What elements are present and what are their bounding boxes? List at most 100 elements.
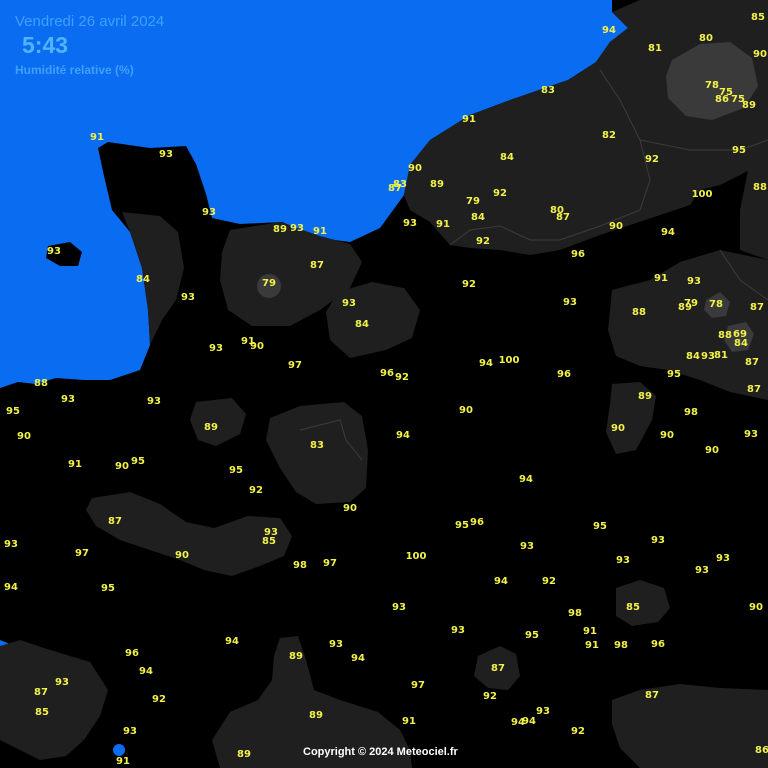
station-humidity-value: 87	[34, 687, 48, 698]
station-humidity-value: 91	[654, 273, 668, 284]
station-humidity-value: 87	[108, 516, 122, 527]
station-humidity-value: 95	[229, 465, 243, 476]
station-humidity-value: 93	[147, 396, 161, 407]
station-humidity-value: 93	[55, 677, 69, 688]
station-humidity-value: 93	[392, 602, 406, 613]
station-humidity-value: 87	[747, 384, 761, 395]
station-humidity-value: 87	[491, 663, 505, 674]
station-humidity-value: 93	[536, 706, 550, 717]
station-humidity-value: 90	[250, 341, 264, 352]
station-humidity-value: 90	[343, 503, 357, 514]
station-humidity-value: 88	[753, 182, 767, 193]
station-humidity-value: 89	[309, 710, 323, 721]
station-humidity-value: 89	[237, 749, 251, 760]
station-humidity-value: 98	[614, 640, 628, 651]
station-humidity-value: 93	[123, 726, 137, 737]
station-humidity-value: 88	[632, 307, 646, 318]
station-humidity-value: 87	[645, 690, 659, 701]
station-humidity-value: 85	[35, 707, 49, 718]
station-humidity-value: 85	[262, 536, 276, 547]
station-humidity-value: 88	[718, 330, 732, 341]
station-humidity-value: 91	[583, 626, 597, 637]
station-humidity-value: 93	[451, 625, 465, 636]
station-humidity-value: 91	[90, 132, 104, 143]
station-humidity-value: 95	[101, 583, 115, 594]
station-humidity-value: 90	[17, 431, 31, 442]
station-humidity-value: 93	[159, 149, 173, 160]
station-humidity-value: 79	[262, 278, 276, 289]
station-humidity-value: 85	[626, 602, 640, 613]
station-humidity-value: 89	[289, 651, 303, 662]
station-humidity-value: 96	[571, 249, 585, 260]
station-humidity-value: 94	[479, 358, 493, 369]
station-humidity-value: 91	[313, 226, 327, 237]
station-humidity-value: 87	[745, 357, 759, 368]
station-humidity-value: 92	[476, 236, 490, 247]
station-humidity-value: 92	[395, 372, 409, 383]
station-humidity-value: 83	[541, 85, 555, 96]
station-humidity-value: 93	[701, 351, 715, 362]
station-humidity-value: 89	[638, 391, 652, 402]
station-humidity-value: 93	[4, 539, 18, 550]
station-humidity-value: 94	[139, 666, 153, 677]
station-humidity-value: 96	[651, 639, 665, 650]
station-humidity-value: 92	[152, 694, 166, 705]
station-humidity-value: 92	[462, 279, 476, 290]
station-humidity-value: 92	[249, 485, 263, 496]
station-humidity-value: 95	[455, 520, 469, 531]
station-humidity-value: 91	[436, 219, 450, 230]
station-humidity-value: 78	[705, 80, 719, 91]
station-humidity-value: 93	[181, 292, 195, 303]
station-humidity-value: 85	[751, 12, 765, 23]
station-humidity-value: 88	[34, 378, 48, 389]
station-humidity-value: 96	[380, 368, 394, 379]
map-background	[0, 0, 768, 768]
station-humidity-value: 90	[753, 49, 767, 60]
station-humidity-value: 93	[290, 223, 304, 234]
station-humidity-value: 93	[716, 553, 730, 564]
station-humidity-value: 84	[500, 152, 514, 163]
station-humidity-value: 94	[225, 636, 239, 647]
station-humidity-value: 83	[393, 179, 407, 190]
station-humidity-value: 86	[755, 745, 768, 756]
station-humidity-value: 79	[466, 196, 480, 207]
station-humidity-value: 87	[750, 302, 764, 313]
station-humidity-value: 81	[648, 43, 662, 54]
station-humidity-value: 90	[749, 602, 763, 613]
station-humidity-value: 89	[273, 224, 287, 235]
station-humidity-value: 93	[209, 343, 223, 354]
station-humidity-value: 87	[310, 260, 324, 271]
station-humidity-value: 78	[709, 299, 723, 310]
station-humidity-value: 84	[686, 351, 700, 362]
station-humidity-value: 91	[68, 459, 82, 470]
station-humidity-value: 84	[136, 274, 150, 285]
station-humidity-value: 91	[402, 716, 416, 727]
station-humidity-value: 94	[519, 474, 533, 485]
station-humidity-value: 90	[611, 423, 625, 434]
station-humidity-value: 81	[714, 350, 728, 361]
station-humidity-value: 93	[520, 541, 534, 552]
station-humidity-value: 94	[522, 716, 536, 727]
station-humidity-value: 90	[660, 430, 674, 441]
station-humidity-value: 94	[351, 653, 365, 664]
station-humidity-value: 97	[323, 558, 337, 569]
station-humidity-value: 90	[459, 405, 473, 416]
station-humidity-value: 100	[405, 551, 427, 562]
station-humidity-value: 90	[408, 163, 422, 174]
station-humidity-value: 95	[131, 456, 145, 467]
date-label: Vendredi 26 avril 2024	[15, 13, 165, 30]
copyright-label: Copyright © 2024 Meteociel.fr	[303, 746, 458, 758]
station-humidity-value: 95	[6, 406, 20, 417]
station-humidity-value: 92	[645, 154, 659, 165]
station-humidity-value: 93	[342, 298, 356, 309]
station-humidity-value: 89	[742, 100, 756, 111]
station-humidity-value: 91	[585, 640, 599, 651]
station-humidity-value: 93	[687, 276, 701, 287]
station-humidity-value: 84	[355, 319, 369, 330]
station-humidity-value: 93	[329, 639, 343, 650]
station-humidity-value: 95	[593, 521, 607, 532]
station-humidity-value: 79	[684, 298, 698, 309]
station-humidity-value: 94	[396, 430, 410, 441]
station-humidity-value: 97	[411, 680, 425, 691]
station-humidity-value: 92	[571, 726, 585, 737]
